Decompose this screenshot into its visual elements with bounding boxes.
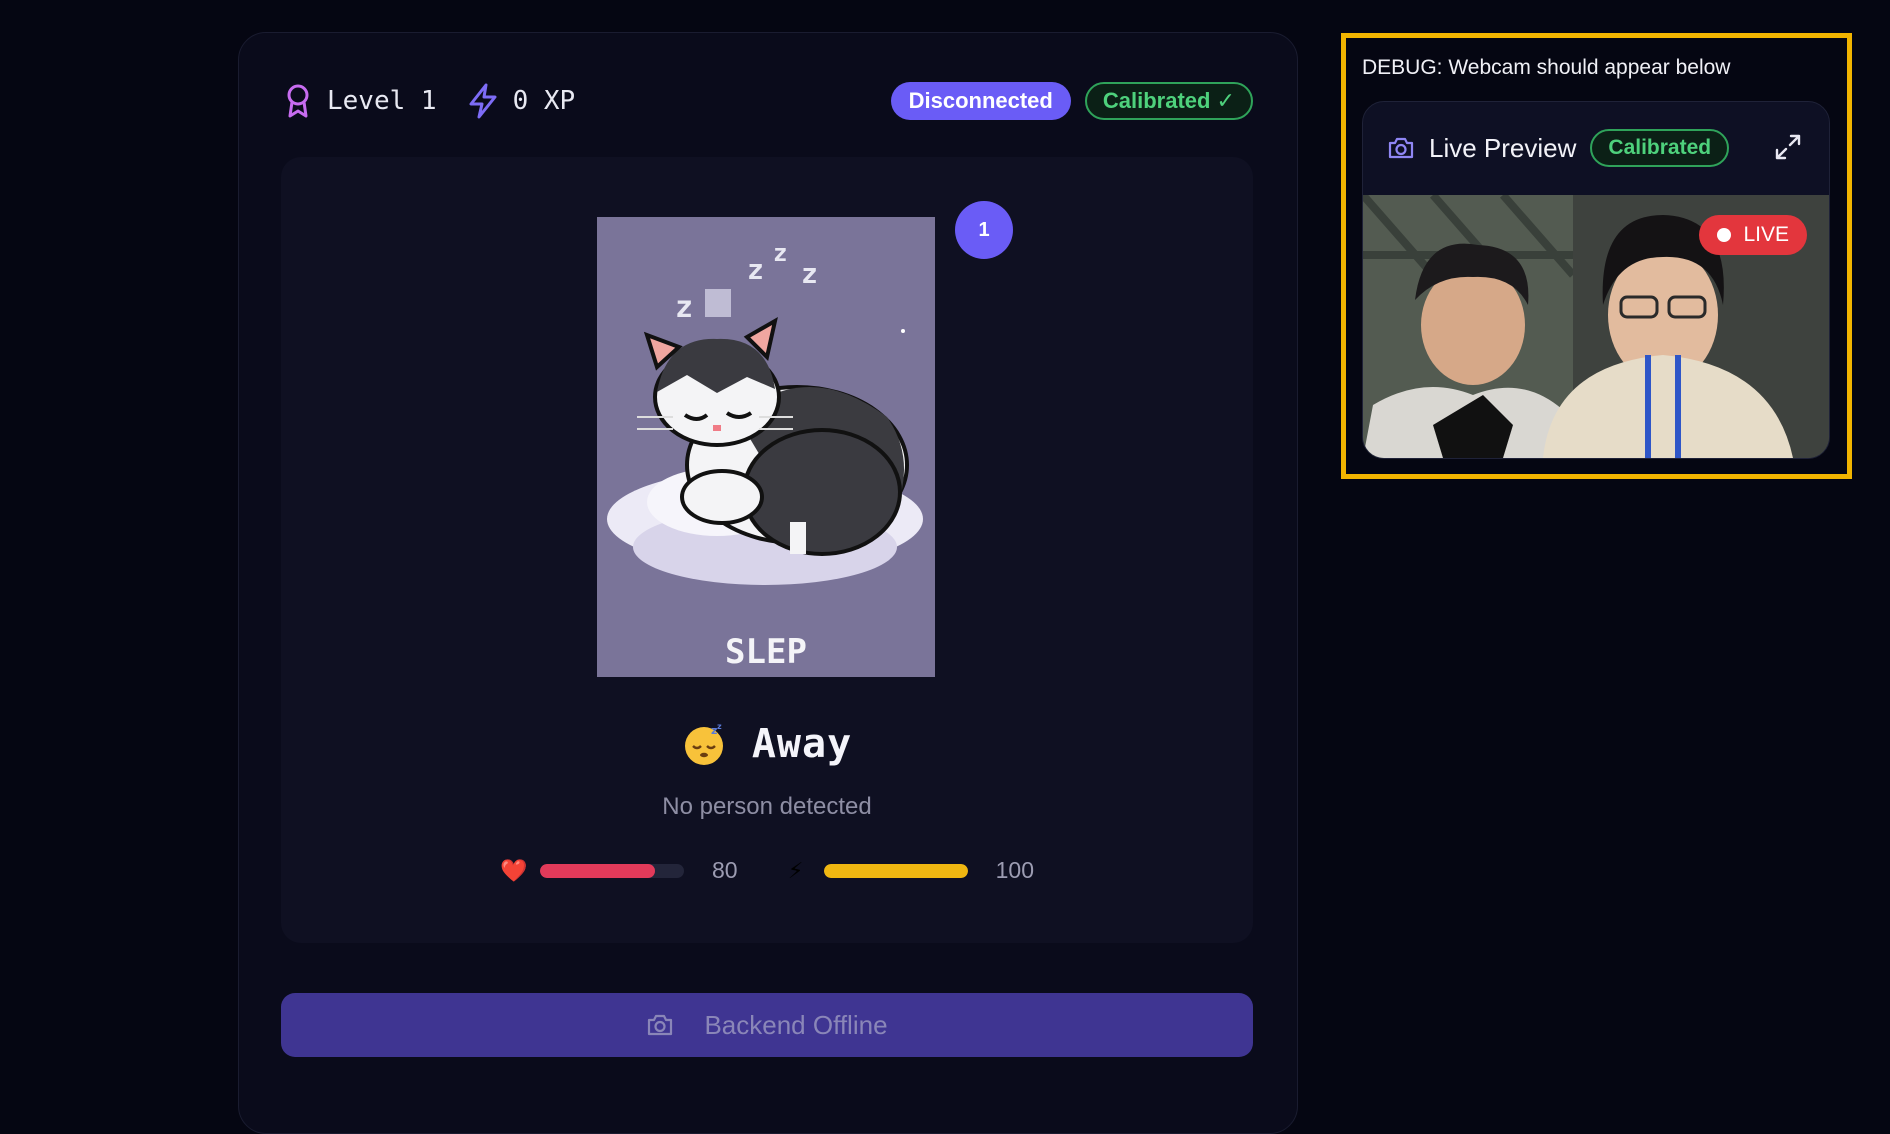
heart-icon: ❤️ [500,857,528,883]
record-dot-icon [1717,228,1732,242]
energy-bar [823,863,968,878]
pet-state-subtitle: No person detected [662,793,872,820]
svg-text:z: z [801,257,818,290]
energy-bar-fill [823,863,968,878]
pet-state-title: Away [751,721,853,767]
xp-indicator: 0 XP [467,83,576,119]
award-icon [287,84,309,118]
health-bar [540,863,685,878]
live-preview-card: Live Preview Calibrated LIVE [1362,101,1830,459]
energy-value: 100 [995,857,1034,883]
live-label: LIVE [1743,223,1789,246]
preview-calibrated-badge: Calibrated [1590,129,1730,167]
connection-status-badge: Disconnected [890,82,1071,120]
camera-icon [648,1014,673,1036]
energy-stat: ⚡ 100 [784,857,1034,884]
level-label: Level 1 [327,86,437,116]
sleeping-face-icon: z z [684,722,723,765]
debug-label: DEBUG: Webcam should appear below [1362,56,1731,79]
pet-panel: z z z z SLEP 1 z z Away No person detect… [281,157,1253,943]
sprite-caption: SLEP [725,632,807,672]
svg-text:z: z [675,290,693,325]
xp-label: 0 XP [512,86,576,116]
lightning-icon [469,83,497,119]
status-bar: Level 1 0 XP Disconnected Calibrated ✓ [283,77,1253,125]
camera-icon [1388,137,1414,159]
pet-stats: ❤️ 80 ⚡ 100 [281,857,1253,884]
health-stat: ❤️ 80 [500,857,738,884]
svg-text:z: z [717,722,722,731]
preview-header: Live Preview Calibrated [1363,102,1829,194]
health-bar-fill [540,863,656,878]
pet-card: Level 1 0 XP Disconnected Calibrated ✓ z… [238,32,1298,1134]
svg-text:z: z [747,253,764,286]
svg-text:z: z [773,239,787,267]
live-badge: LIVE [1699,215,1807,255]
expand-icon[interactable] [1773,132,1803,162]
lightning-icon: ⚡ [787,857,804,883]
pet-sprite: z z z z SLEP [597,217,935,677]
level-indicator: Level 1 [283,83,437,119]
sleeping-cat-image: z z z z SLEP [597,217,935,677]
debug-panel: DEBUG: Webcam should appear below Live P… [1341,33,1852,479]
backend-button-label: Backend Offline [704,1009,888,1040]
backend-offline-button[interactable]: Backend Offline [281,993,1253,1057]
preview-title: Live Preview [1429,132,1577,163]
notification-count-badge: 1 [955,201,1013,259]
calibration-status-badge: Calibrated ✓ [1084,82,1253,120]
health-value: 80 [712,857,738,883]
pet-state: z z Away [281,721,1253,767]
webcam-feed: LIVE [1363,195,1829,458]
